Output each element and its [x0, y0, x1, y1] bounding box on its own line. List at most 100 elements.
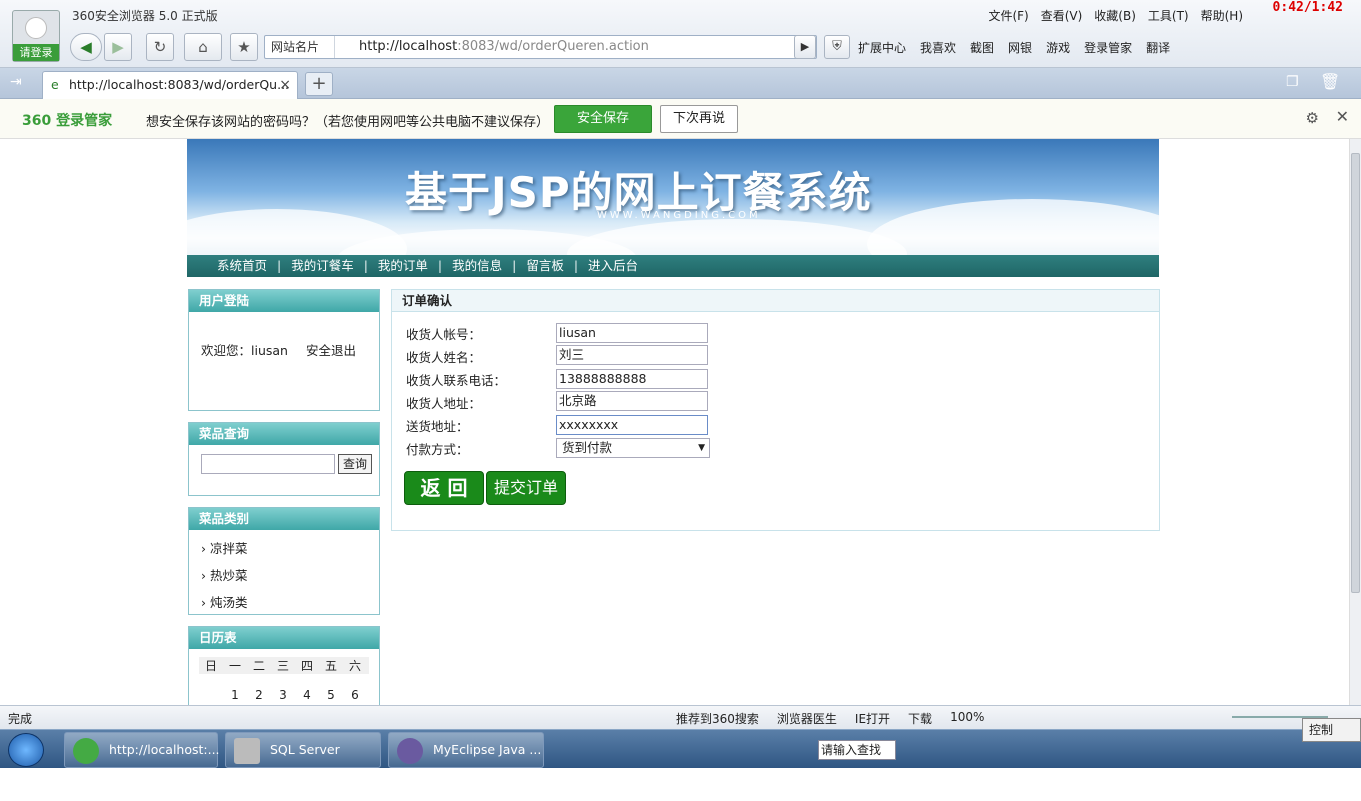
- menu-help[interactable]: 帮助(H): [1201, 7, 1243, 24]
- control-panel-tab[interactable]: 控制: [1302, 718, 1361, 742]
- login-link[interactable]: 请登录: [13, 44, 59, 61]
- new-tab-button[interactable]: +: [305, 72, 333, 96]
- taskbar-browser[interactable]: http://localhost:...: [64, 732, 220, 768]
- payment-selected: 货到付款: [562, 440, 613, 455]
- ie-icon: [73, 738, 99, 764]
- online-banking[interactable]: 网银: [1008, 39, 1032, 56]
- category-box-title: 菜品类别: [189, 508, 379, 530]
- nav-separator: |: [437, 258, 443, 273]
- menu-favorites[interactable]: 收藏(B): [1094, 7, 1136, 24]
- nav-admin[interactable]: 进入后台: [588, 258, 638, 273]
- account-field[interactable]: liusan: [556, 323, 708, 343]
- my-likes[interactable]: 我喜欢: [920, 39, 956, 56]
- restore-tabs-icon[interactable]: ❐: [1286, 74, 1299, 90]
- status-text: 完成: [8, 712, 33, 726]
- category-item[interactable]: › 热炒菜: [201, 565, 379, 584]
- name-field[interactable]: 刘三: [556, 345, 708, 365]
- logout-link[interactable]: 安全退出: [306, 343, 356, 358]
- favorite-button[interactable]: ★: [230, 33, 258, 61]
- calendar-day[interactable]: 2: [247, 688, 271, 702]
- user-login-box: 用户登陆 欢迎您：liusan 安全退出: [188, 289, 380, 411]
- vertical-scrollbar[interactable]: [1349, 139, 1361, 705]
- calendar-box: 日历表 日一二三四五六 123456: [188, 626, 380, 705]
- status-tools: 推荐到360搜索 浏览器医生 IE打开 下载 100%: [676, 710, 984, 727]
- windows-taskbar: http://localhost:... SQL Server Ente... …: [0, 729, 1361, 791]
- app-title: 360安全浏览器 5.0 正式版: [72, 9, 218, 23]
- search-button[interactable]: 查询: [338, 454, 372, 474]
- forward-button[interactable]: ▶: [104, 33, 132, 61]
- user-avatar[interactable]: 请登录: [12, 10, 60, 62]
- url-host: http://localhost: [359, 39, 458, 54]
- recommend-360-search[interactable]: 推荐到360搜索: [676, 710, 759, 727]
- calendar-day[interactable]: 3: [271, 688, 295, 702]
- login-manager[interactable]: 登录管家: [1084, 39, 1132, 56]
- welcome-text: 欢迎您：liusan: [201, 343, 288, 358]
- nav-messages[interactable]: 留言板: [526, 258, 564, 273]
- trash-icon[interactable]: 🗑: [1320, 72, 1340, 91]
- security-button[interactable]: ⛨: [824, 35, 850, 59]
- screenshot-tool[interactable]: 截图: [970, 39, 994, 56]
- site-subtitle: WWW.WANGDING.COM: [597, 210, 761, 221]
- site-nav: 系统首页 | 我的订餐车 | 我的订单 | 我的信息 | 留言板 | 进入后台: [187, 255, 1159, 277]
- calendar-day[interactable]: 5: [319, 688, 343, 702]
- translate[interactable]: 翻译: [1146, 39, 1170, 56]
- save-password-button[interactable]: 安全保存: [554, 105, 652, 133]
- address-url[interactable]: http://localhost:8083/wd/orderQueren.act…: [359, 36, 649, 58]
- avatar-icon: [25, 17, 47, 39]
- dish-search-box: 菜品查询 查询: [188, 422, 380, 496]
- delivery-address-field[interactable]: xxxxxxxx: [556, 415, 708, 435]
- browser-doctor[interactable]: 浏览器医生: [777, 710, 837, 727]
- ie-icon: e: [51, 77, 59, 92]
- tab-current[interactable]: e http://localhost:8083/wd/orderQu... ×: [42, 71, 298, 99]
- menu-tools[interactable]: 工具(T): [1148, 7, 1189, 24]
- password-save-bar: 360 登录管家 想安全保存该网站的密码吗？（若您使用网吧等公共电脑不建议保存）…: [0, 99, 1361, 139]
- calendar-day[interactable]: 6: [343, 688, 367, 702]
- category-item[interactable]: › 凉拌菜: [201, 538, 379, 557]
- games[interactable]: 游戏: [1046, 39, 1070, 56]
- back-button[interactable]: 返 回: [404, 471, 484, 505]
- taskbar-myeclipse[interactable]: MyEclipse Java ...: [388, 732, 544, 768]
- menu-file[interactable]: 文件(F): [988, 7, 1028, 24]
- close-tab-icon[interactable]: ×: [279, 72, 291, 98]
- payment-select[interactable]: 货到付款 ▼: [556, 438, 710, 458]
- taskbar-sqlserver[interactable]: SQL Server Ente...: [225, 732, 381, 791]
- sidebar-toggle-icon[interactable]: ⇥: [10, 74, 22, 90]
- close-icon[interactable]: ✕: [1336, 107, 1349, 126]
- shield-icon: ⛨: [832, 39, 842, 54]
- dish-category-box: 菜品类别 › 凉拌菜 › 热炒菜 › 炖汤类: [188, 507, 380, 615]
- search-box-title: 菜品查询: [189, 423, 379, 445]
- downloads[interactable]: 下载: [908, 710, 932, 727]
- zoom-level[interactable]: 100%: [950, 710, 984, 727]
- calendar-day[interactable]: 1: [223, 688, 247, 702]
- category-item[interactable]: › 炖汤类: [201, 592, 379, 611]
- back-button[interactable]: ◀: [70, 33, 102, 61]
- tab-bar: ⇥ e http://localhost:8083/wd/orderQu... …: [0, 68, 1361, 99]
- field-label: 送货地址：: [406, 419, 469, 434]
- nav-myinfo[interactable]: 我的信息: [452, 258, 502, 273]
- calendar-day[interactable]: 4: [295, 688, 319, 702]
- address-field[interactable]: 北京路: [556, 391, 708, 411]
- gear-icon[interactable]: ⚙: [1306, 109, 1319, 127]
- start-button[interactable]: [8, 733, 44, 767]
- menu-view[interactable]: 查看(V): [1041, 7, 1083, 24]
- scrollbar-thumb[interactable]: [1351, 153, 1360, 593]
- recording-timer: 0:42/1:42: [1272, 0, 1343, 15]
- later-button[interactable]: 下次再说: [660, 105, 738, 133]
- go-button[interactable]: ▶: [794, 35, 816, 59]
- extension-center[interactable]: 扩展中心: [858, 39, 906, 56]
- tray-search-input[interactable]: 请输入查找: [818, 740, 896, 760]
- nav-orders[interactable]: 我的订单: [378, 258, 428, 273]
- search-input[interactable]: [201, 454, 335, 474]
- field-label: 收货人地址：: [406, 396, 482, 411]
- phone-field[interactable]: 13888888888: [556, 369, 708, 389]
- site-name-button[interactable]: 网站名片: [265, 36, 335, 58]
- sqlserver-icon: [234, 738, 260, 764]
- home-button[interactable]: ⌂: [184, 33, 222, 61]
- ie-open[interactable]: IE打开: [855, 710, 890, 727]
- nav-home[interactable]: 系统首页: [217, 258, 267, 273]
- submit-order-button[interactable]: 提交订单: [486, 471, 566, 505]
- nav-cart[interactable]: 我的订餐车: [291, 258, 354, 273]
- address-bar[interactable]: 网站名片 http://localhost:8083/wd/orderQuere…: [264, 35, 817, 59]
- refresh-button[interactable]: ↻: [146, 33, 174, 61]
- go-arrow-icon: ▶: [800, 40, 810, 53]
